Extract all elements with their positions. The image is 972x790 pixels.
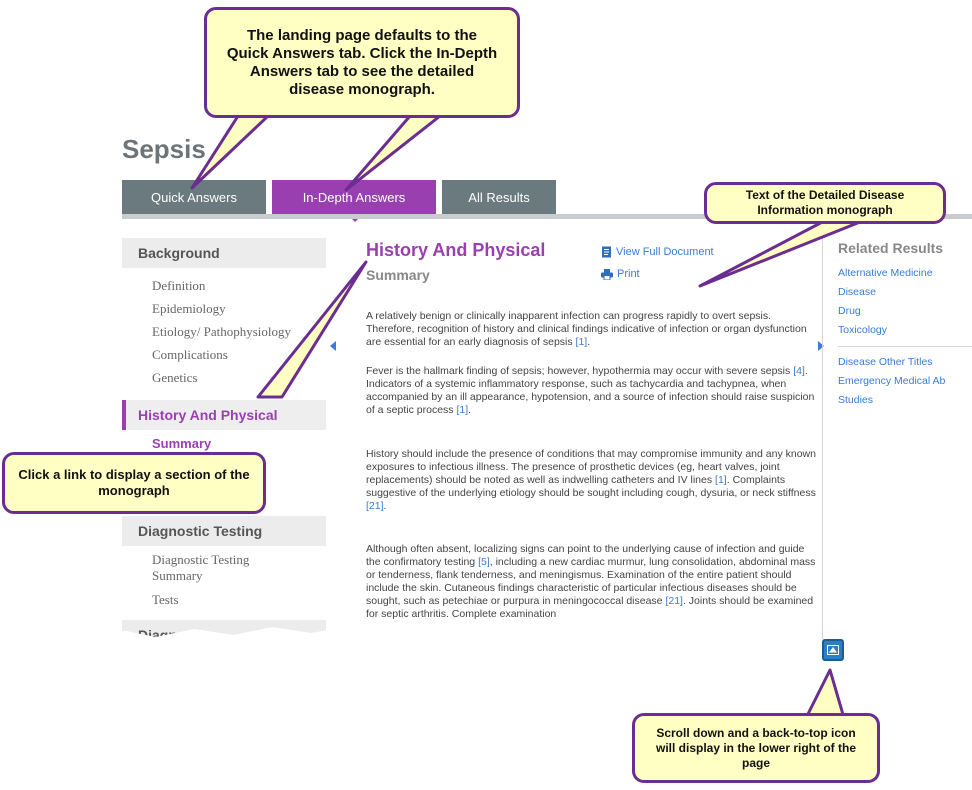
callout-pointers — [190, 114, 872, 720]
callout-scroll-note: Scroll down and a back-to-top icon will … — [632, 713, 880, 783]
callout-link-note: Click a link to display a section of the… — [2, 452, 266, 514]
callout-text-note: Text of the Detailed Disease Information… — [704, 182, 946, 224]
callout-tabs-note: The landing page defaults to the Quick A… — [204, 7, 520, 118]
